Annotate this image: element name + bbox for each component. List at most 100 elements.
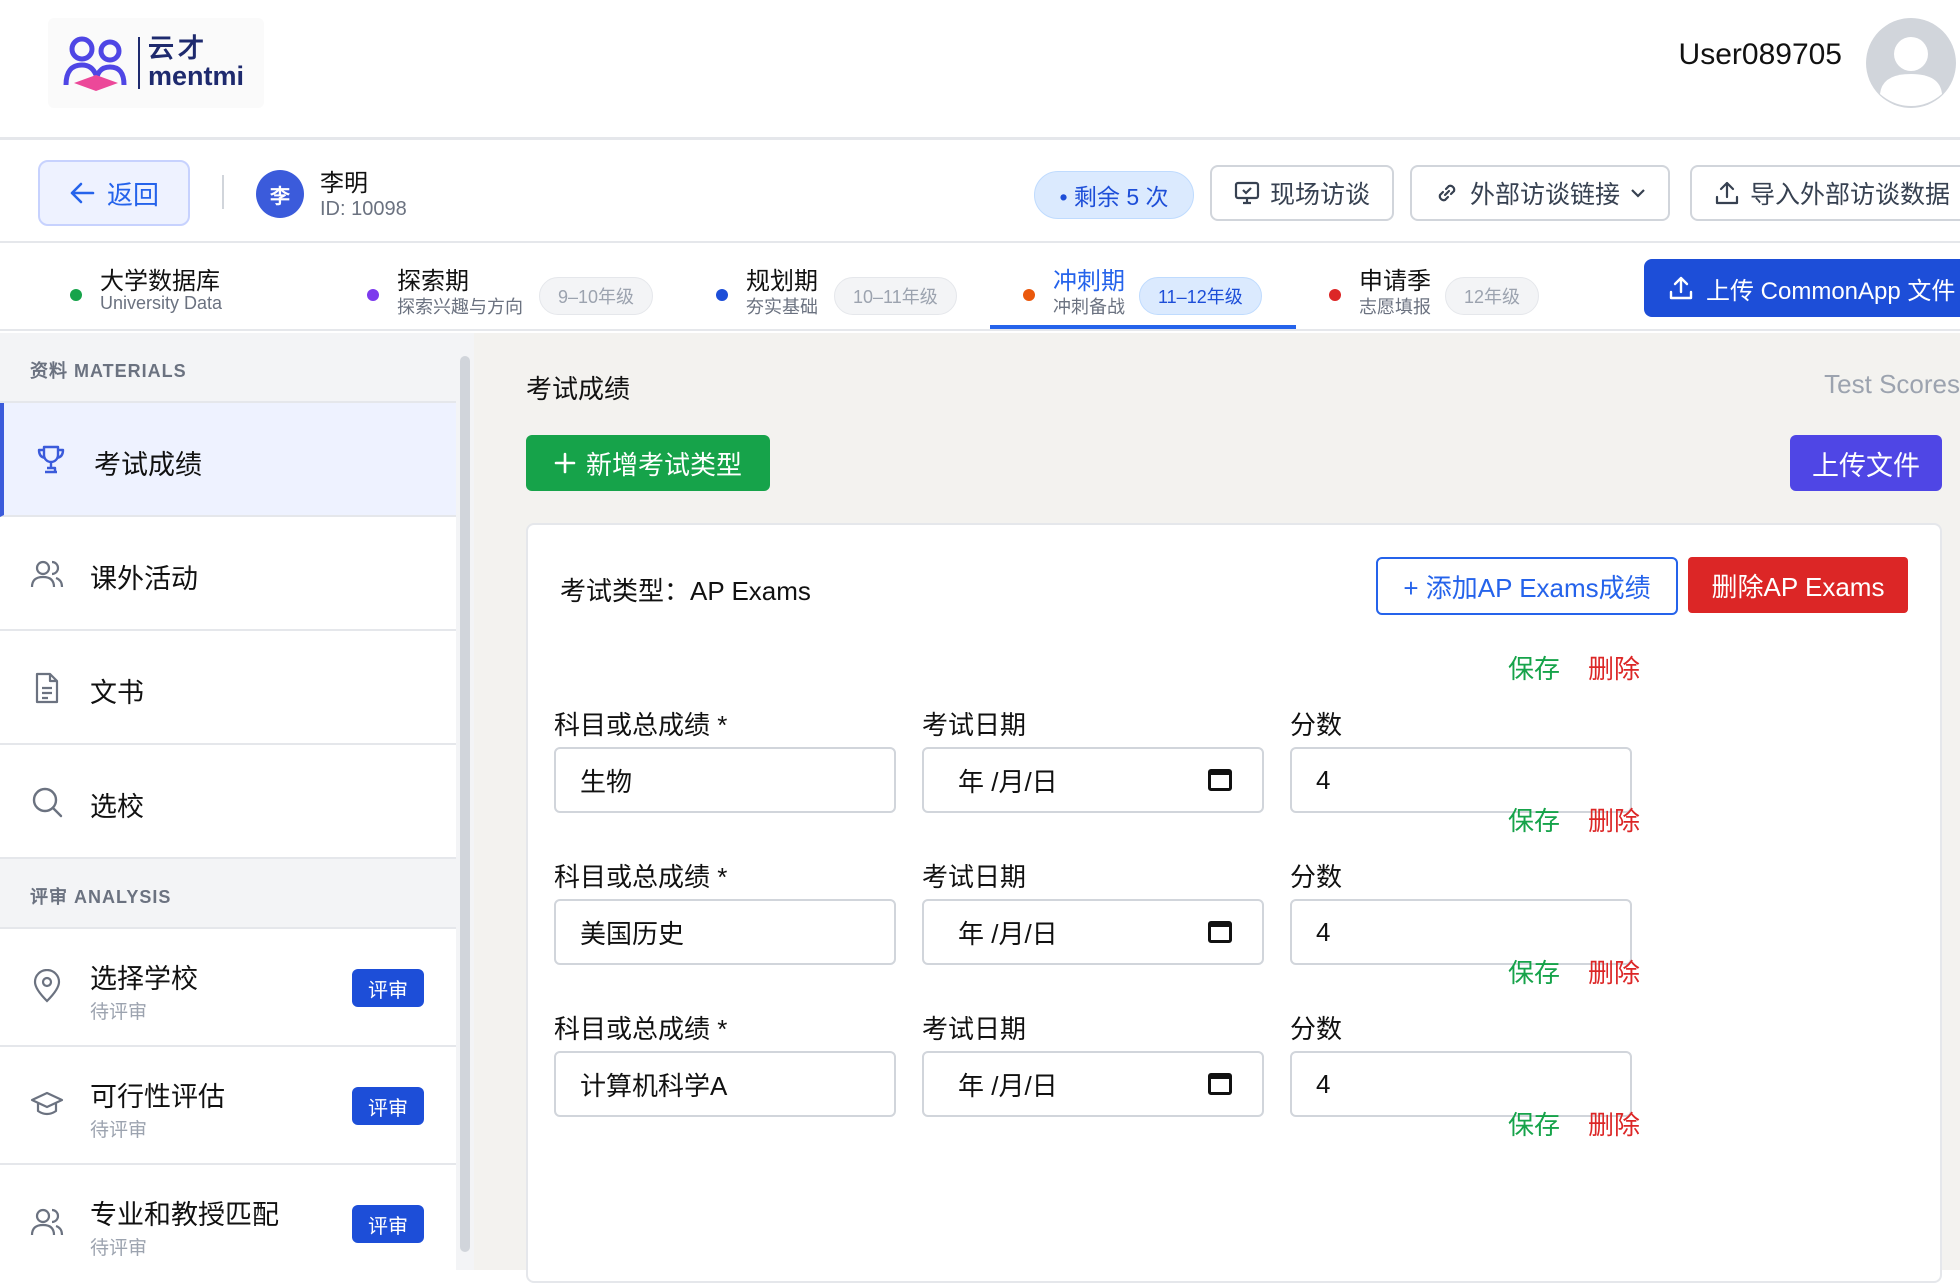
back-label: 返回 bbox=[106, 179, 159, 210]
remaining-badge: • 剩余 5 次 bbox=[1034, 171, 1194, 219]
onsite-interview-label: 现场访谈 bbox=[1270, 181, 1371, 209]
date-label: 考试日期 bbox=[922, 1014, 1027, 1044]
sidebar-item-feasibility[interactable]: 可行性评估 待评审 评审 bbox=[0, 1047, 458, 1165]
logo-cn-text: 云才 bbox=[148, 33, 209, 64]
sidebar-item-label: 选校 bbox=[90, 792, 144, 822]
page-title-en: Test Scores bbox=[1824, 369, 1960, 399]
upload-commonapp-button[interactable]: 上传 CommonApp 文件 bbox=[1644, 259, 1960, 317]
add-exam-type-label: 新增考试类型 bbox=[585, 449, 742, 480]
subject-label: 科目或总成绩 * bbox=[554, 862, 728, 892]
sidebar-item-label: 可行性评估 bbox=[90, 1082, 225, 1112]
sidebar-item-major-professor-match[interactable]: 专业和教授匹配 待评审 评审 bbox=[0, 1165, 458, 1270]
import-label: 导入外部访谈数据 bbox=[1750, 181, 1951, 209]
delete-link[interactable]: 删除 bbox=[1588, 801, 1640, 838]
add-ap-score-button[interactable]: + 添加AP Exams成绩 bbox=[1376, 557, 1678, 615]
delete-link[interactable]: 删除 bbox=[1588, 1105, 1640, 1142]
user-avatar[interactable] bbox=[1866, 18, 1956, 108]
delete-link[interactable]: 删除 bbox=[1588, 649, 1640, 686]
sidebar-item-label: 文书 bbox=[90, 678, 144, 708]
sidebar-item-status: 待评审 bbox=[90, 1002, 148, 1023]
sidebar-item-activities[interactable]: 课外活动 bbox=[0, 517, 458, 631]
calendar-icon[interactable] bbox=[1208, 921, 1232, 943]
stage-dot bbox=[1329, 289, 1341, 301]
date-placeholder: 年 /月/日 bbox=[958, 766, 1058, 797]
save-link[interactable]: 保存 bbox=[1508, 801, 1560, 838]
exam-date-input[interactable]: 年 /月/日 bbox=[922, 899, 1264, 965]
delete-ap-exams-button[interactable]: 删除AP Exams bbox=[1688, 557, 1908, 613]
user-name[interactable]: User089705 bbox=[1679, 38, 1842, 72]
exam-date-input[interactable]: 年 /月/日 bbox=[922, 747, 1264, 813]
sidebar-scrollbar[interactable] bbox=[460, 356, 470, 1252]
subject-input[interactable]: 计算机科学A bbox=[554, 1051, 896, 1117]
import-external-data-button[interactable]: 导入外部访谈数据 bbox=[1690, 165, 1960, 221]
score-label: 分数 bbox=[1290, 1014, 1343, 1044]
sidebar-item-label: 选择学校 bbox=[90, 964, 198, 994]
sidebar-item-label: 考试成绩 bbox=[94, 450, 202, 480]
review-badge[interactable]: 评审 bbox=[352, 1205, 424, 1243]
onsite-interview-button[interactable]: 现场访谈 bbox=[1210, 165, 1395, 221]
top-bar: 云才 mentmi User089705 bbox=[0, 0, 1960, 140]
upload-file-button[interactable]: 上传文件 bbox=[1790, 435, 1942, 491]
subject-input[interactable]: 生物 bbox=[554, 747, 896, 813]
stage-title: 申请季 bbox=[1359, 268, 1431, 295]
page-title: 考试成绩 bbox=[526, 374, 631, 404]
sidebar-item-status: 待评审 bbox=[90, 1238, 148, 1259]
external-link-label: 外部访谈链接 bbox=[1470, 181, 1621, 209]
add-exam-type-button[interactable]: 新增考试类型 bbox=[526, 435, 770, 491]
grade-pill: 9–10年级 bbox=[539, 277, 654, 315]
stage-title: 冲刺期 bbox=[1053, 268, 1125, 295]
sidebar-item-status: 待评审 bbox=[90, 1120, 148, 1141]
sidebar-item-test-scores[interactable]: 考试成绩 bbox=[0, 403, 458, 517]
save-link[interactable]: 保存 bbox=[1508, 953, 1560, 990]
stage-subtitle: 冲刺备战 bbox=[1053, 297, 1125, 317]
sidebar-item-label: 专业和教授匹配 bbox=[90, 1200, 279, 1230]
subject-label: 科目或总成绩 * bbox=[554, 1014, 728, 1044]
stage-subtitle: 夯实基础 bbox=[746, 297, 818, 317]
exam-type-title: 考试类型：AP Exams bbox=[560, 576, 811, 606]
stage-title: 规划期 bbox=[746, 268, 818, 295]
logo-en-text: mentmi bbox=[148, 61, 245, 92]
score-input[interactable]: 4 bbox=[1290, 899, 1632, 965]
subject-input[interactable]: 美国历史 bbox=[554, 899, 896, 965]
upload-commonapp-label: 上传 CommonApp 文件 bbox=[1706, 277, 1956, 305]
logo[interactable]: 云才 mentmi bbox=[48, 18, 264, 108]
calendar-icon[interactable] bbox=[1208, 769, 1232, 791]
logo-divider bbox=[138, 37, 140, 89]
back-button[interactable]: 返回 bbox=[38, 160, 190, 226]
users-icon bbox=[30, 1208, 64, 1236]
divider bbox=[222, 175, 224, 209]
student-header: 返回 李 李明 ID: 10098 • 剩余 5 次 现场访谈 外部访谈链接 导… bbox=[0, 143, 1960, 243]
save-link[interactable]: 保存 bbox=[1508, 1105, 1560, 1142]
student-id: ID: 10098 bbox=[320, 198, 407, 220]
exam-date-input[interactable]: 年 /月/日 bbox=[922, 1051, 1264, 1117]
document-icon bbox=[35, 672, 59, 704]
main-content: 考试成绩 Test Scores 新增考试类型 上传文件 考试类型：AP Exa… bbox=[474, 333, 1960, 1283]
materials-section-header: 资料 MATERIALS bbox=[0, 333, 458, 403]
monitor-icon bbox=[1234, 181, 1260, 205]
stage-title: 大学数据库 bbox=[100, 268, 220, 295]
sidebar-item-label: 课外活动 bbox=[90, 564, 198, 594]
subject-label: 科目或总成绩 * bbox=[554, 710, 728, 740]
save-link[interactable]: 保存 bbox=[1508, 649, 1560, 686]
score-input[interactable]: 4 bbox=[1290, 747, 1632, 813]
upload-icon bbox=[1669, 276, 1693, 300]
upload-icon bbox=[1715, 181, 1739, 205]
stage-tabs: 大学数据库 University Data 探索期 探索兴趣与方向 9–10年级… bbox=[0, 245, 1960, 331]
sidebar-item-school-selection[interactable]: 选校 bbox=[0, 745, 458, 859]
stage-dot bbox=[716, 289, 728, 301]
location-pin-icon bbox=[33, 969, 61, 1003]
sidebar-item-choose-school[interactable]: 选择学校 待评审 评审 bbox=[0, 929, 458, 1047]
review-badge[interactable]: 评审 bbox=[352, 1087, 424, 1125]
sidebar-item-essays[interactable]: 文书 bbox=[0, 631, 458, 745]
student-avatar: 李 bbox=[256, 170, 304, 218]
stage-title: 探索期 bbox=[397, 268, 469, 295]
score-input[interactable]: 4 bbox=[1290, 1051, 1632, 1117]
external-link-dropdown[interactable]: 外部访谈链接 bbox=[1410, 165, 1671, 221]
analysis-section-header: 评审 ANALYSIS bbox=[0, 859, 458, 929]
review-badge[interactable]: 评审 bbox=[352, 969, 424, 1007]
users-icon bbox=[30, 560, 64, 588]
date-placeholder: 年 /月/日 bbox=[958, 918, 1058, 949]
delete-link[interactable]: 删除 bbox=[1588, 953, 1640, 990]
calendar-icon[interactable] bbox=[1208, 1073, 1232, 1095]
date-label: 考试日期 bbox=[922, 710, 1027, 740]
